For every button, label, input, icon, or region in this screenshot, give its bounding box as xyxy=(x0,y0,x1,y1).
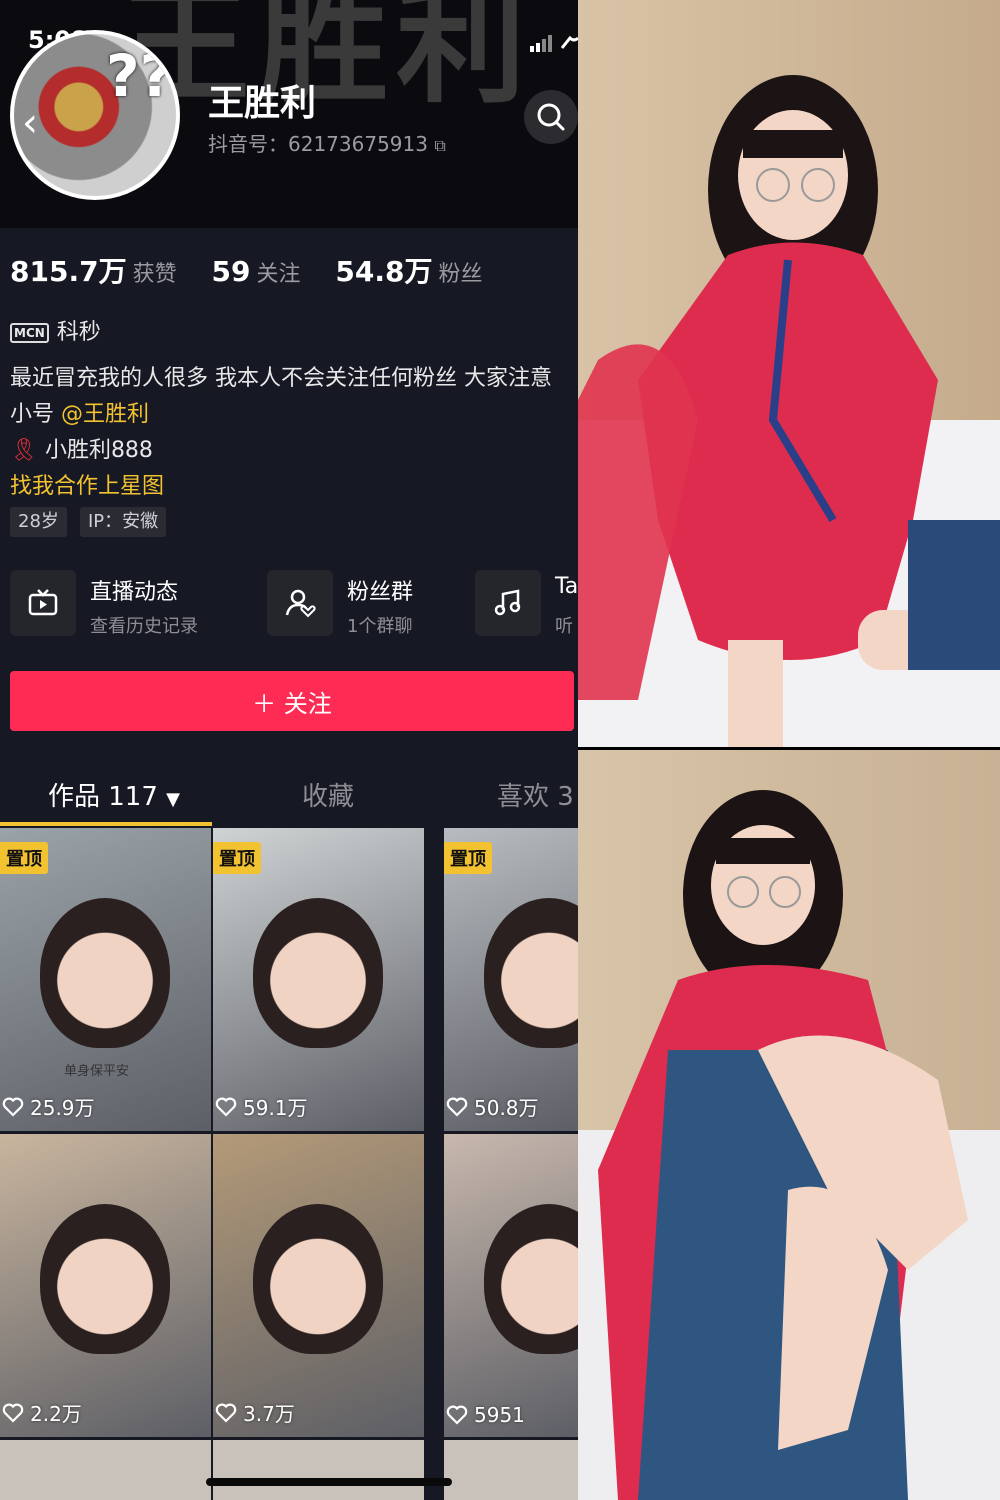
bio-line-3-text: 小胜利888 xyxy=(44,438,153,463)
feature-title: 直播动态 xyxy=(90,580,179,605)
bio-secondary-label: 小号 xyxy=(10,402,55,427)
bio-line-3: 🎗 小胜利888 xyxy=(10,432,153,464)
heart-icon xyxy=(2,1097,24,1117)
video-likes-count: 5951 xyxy=(474,1403,525,1427)
video-likes: 3.7万 xyxy=(215,1398,295,1427)
heart-icon xyxy=(215,1403,237,1423)
thumbnail-figure xyxy=(40,898,170,1048)
video-likes-count: 2.2万 xyxy=(30,1402,82,1426)
video-thumbnail[interactable]: 3.7万 xyxy=(213,1134,424,1437)
feature-title: Ta xyxy=(555,574,578,599)
video-likes: 25.9万 xyxy=(2,1092,95,1121)
active-tab-indicator xyxy=(0,822,212,826)
feature-subtitle: 1个群聊 xyxy=(347,616,413,637)
video-thumbnail[interactable]: 置顶单身保平安 25.9万 xyxy=(0,828,211,1131)
thumbnail-figure xyxy=(484,898,578,1048)
stat-following[interactable]: 59 关注 xyxy=(212,255,327,288)
video-thumbnail[interactable] xyxy=(213,1440,424,1500)
avatar-text: ?? xyxy=(106,42,174,110)
photo-hanfu xyxy=(578,750,1000,1500)
ip-tag: IP：安徽 xyxy=(80,507,167,537)
video-likes: 59.1万 xyxy=(215,1092,308,1121)
video-likes-count: 59.1万 xyxy=(243,1096,308,1120)
video-thumbnail[interactable]: 5951 xyxy=(444,1134,578,1437)
mcn-name: 科秒 xyxy=(56,320,101,345)
mcn-agency[interactable]: MCN 科秒 xyxy=(10,314,101,346)
douyin-id: 抖音号：62173675913 ⧉ xyxy=(208,128,446,157)
thumbnail-figure xyxy=(40,1204,170,1354)
bio-line-2: 小号 @王胜利 xyxy=(10,396,149,428)
video-likes-count: 25.9万 xyxy=(30,1096,95,1120)
age-tag: 28岁 xyxy=(10,507,67,537)
profile-header: 王胜利 5:08 ?? ‹ 王胜利 抖音号：62173675913 ⧉ xyxy=(0,0,578,228)
stat-followers[interactable]: 54.8万 粉丝 xyxy=(335,255,508,288)
photo-column xyxy=(578,0,1000,1500)
search-button[interactable] xyxy=(524,90,578,144)
follow-button[interactable]: ＋ 关注 xyxy=(10,671,574,731)
tv-icon xyxy=(10,570,76,636)
signal-icon xyxy=(530,34,578,56)
video-caption: 单身保平安 xyxy=(64,1064,130,1079)
feature-title: 粉丝群 xyxy=(347,580,414,605)
tab-likes[interactable]: 喜欢 3 xyxy=(497,776,574,813)
back-icon[interactable]: ‹ xyxy=(22,100,38,146)
home-indicator[interactable] xyxy=(206,1478,452,1486)
pinned-badge: 置顶 xyxy=(213,842,261,874)
heart-icon xyxy=(446,1405,468,1425)
thumbnail-figure xyxy=(253,1204,383,1354)
douyin-id-text: 抖音号：62173675913 xyxy=(208,132,428,156)
video-likes: 50.8万 xyxy=(446,1092,539,1121)
cooperation-link[interactable]: 找我合作上星图 xyxy=(10,468,164,500)
photo-red-dress xyxy=(578,0,1000,747)
video-thumbnail[interactable] xyxy=(444,1440,578,1500)
header-background-title: 王胜利 xyxy=(120,0,535,121)
thumbnail-figure xyxy=(253,898,383,1048)
bio-line-1: 最近冒充我的人很多 我本人不会关注任何粉丝 大家注意 xyxy=(10,366,552,391)
group-icon xyxy=(267,570,333,636)
ribbon-icon: 🎗 xyxy=(10,438,38,463)
tab-works-label: 作品 117 xyxy=(48,782,158,812)
tab-favorites[interactable]: 收藏 xyxy=(302,776,354,813)
pinned-badge: 置顶 xyxy=(0,842,48,874)
video-likes: 2.2万 xyxy=(2,1398,82,1427)
video-thumbnail[interactable]: 2.2万 xyxy=(0,1134,211,1437)
music-icon xyxy=(475,570,541,636)
heart-icon xyxy=(2,1403,24,1423)
feature-subtitle: 查看历史记录 xyxy=(90,616,198,637)
mcn-tag: MCN xyxy=(10,323,49,343)
copy-icon[interactable]: ⧉ xyxy=(434,136,445,155)
video-likes: 5951 xyxy=(446,1403,525,1427)
search-icon xyxy=(537,103,565,131)
video-thumbnail[interactable]: 置顶 59.1万 xyxy=(213,828,424,1131)
caret-down-icon: ▼ xyxy=(166,789,181,810)
bio-mention-link[interactable]: @王胜利 xyxy=(61,402,149,427)
stat-likes[interactable]: 815.7万 获赞 xyxy=(10,255,203,288)
tab-works[interactable]: 作品 117 ▼ xyxy=(48,776,180,813)
profile-name: 王胜利 xyxy=(208,83,317,124)
thumbnail-figure xyxy=(484,1204,578,1354)
feature-subtitle: 听 xyxy=(555,616,573,637)
heart-icon xyxy=(446,1097,468,1117)
pinned-badge: 置顶 xyxy=(444,842,492,874)
heart-icon xyxy=(215,1097,237,1117)
profile-screenshot: 王胜利 5:08 ?? ‹ 王胜利 抖音号：62173675913 ⧉ xyxy=(0,0,578,1500)
profile-stats: 815.7万 获赞 59 关注 54.8万 粉丝 xyxy=(10,250,509,290)
content-tabs: 作品 117 ▼ 收藏 喜欢 3 xyxy=(0,760,578,826)
video-likes-count: 50.8万 xyxy=(474,1096,539,1120)
video-thumbnail[interactable] xyxy=(0,1440,211,1500)
video-thumbnail[interactable]: 置顶 50.8万 xyxy=(444,828,578,1131)
video-likes-count: 3.7万 xyxy=(243,1402,295,1426)
